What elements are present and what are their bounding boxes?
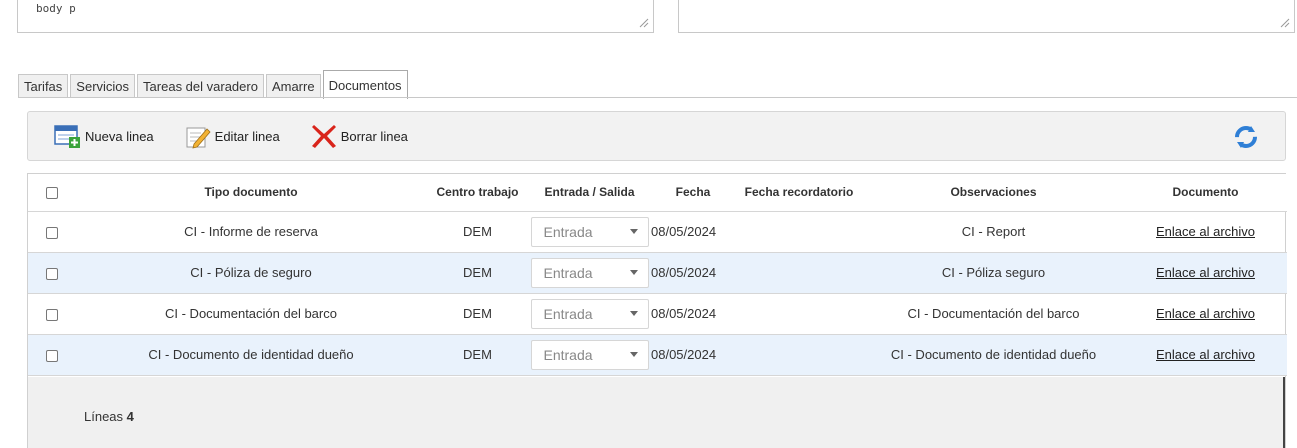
cell-fecha-recordatorio	[735, 293, 863, 335]
select-value: Entrada	[543, 346, 593, 363]
cell-observaciones: CI - Documentación del barco	[863, 293, 1124, 335]
lines-count: Líneas 4	[84, 409, 134, 424]
new-line-button[interactable]: Nueva linea	[48, 119, 160, 153]
entrada-salida-select[interactable]: Entrada	[530, 257, 649, 288]
tab-label: Amarre	[271, 79, 315, 94]
tab-servicios[interactable]: Servicios	[70, 74, 136, 98]
file-link[interactable]: Enlace al archivo	[1156, 306, 1255, 321]
table-row[interactable]: CI - Documentación del barco DEM Entrada…	[28, 293, 1287, 335]
lines-count-value: 4	[126, 409, 134, 424]
edit-line-label: Editar linea	[214, 128, 280, 144]
header-fecha[interactable]: Fecha	[651, 174, 735, 212]
table-header-row: Tipo documento Centro trabajo Entrada / …	[28, 174, 1287, 212]
cell-fecha: 08/05/2024	[651, 293, 735, 335]
html-editor-right[interactable]	[678, 0, 1295, 33]
lines-label: Líneas	[84, 409, 124, 424]
documents-grid: Tipo documento Centro trabajo Entrada / …	[27, 173, 1287, 448]
select-all-checkbox[interactable]	[45, 187, 58, 200]
select-value: Entrada	[543, 264, 593, 281]
file-link[interactable]: Enlace al archivo	[1156, 265, 1255, 280]
new-row-icon	[54, 123, 82, 149]
documents-table: Tipo documento Centro trabajo Entrada / …	[28, 174, 1287, 376]
tab-tarifas[interactable]: Tarifas	[18, 74, 69, 98]
entrada-salida-select[interactable]: Entrada	[530, 298, 649, 329]
cell-centro-trabajo: DEM	[427, 252, 528, 294]
chevron-down-icon	[629, 352, 638, 357]
cell-centro-trabajo: DEM	[427, 293, 528, 335]
header-tipo-documento[interactable]: Tipo documento	[75, 174, 427, 212]
cell-fecha-recordatorio	[735, 252, 863, 294]
row-checkbox[interactable]	[45, 308, 58, 321]
row-checkbox[interactable]	[45, 349, 58, 362]
cell-tipo-documento: CI - Póliza de seguro	[75, 252, 427, 294]
grid-toolbar: Nueva linea Editar linea Borrar linea	[27, 111, 1286, 161]
chevron-down-icon	[629, 229, 638, 234]
header-documento[interactable]: Documento	[1124, 174, 1287, 212]
header-observaciones[interactable]: Observaciones	[863, 174, 1124, 212]
header-select-all[interactable]	[28, 174, 75, 212]
grid-footer: Líneas 4	[28, 377, 1285, 448]
tab-label: Tarifas	[24, 79, 63, 94]
cell-tipo-documento: CI - Documentación del barco	[75, 293, 427, 335]
cell-centro-trabajo: DEM	[427, 334, 528, 376]
select-value: Entrada	[543, 223, 593, 240]
edit-line-button[interactable]: Editar linea	[178, 119, 286, 153]
chevron-down-icon	[629, 311, 638, 316]
tab-panel-border	[18, 97, 1297, 98]
cell-observaciones: CI - Póliza seguro	[863, 252, 1124, 294]
entrada-salida-select[interactable]: Entrada	[530, 216, 649, 247]
header-centro-trabajo[interactable]: Centro trabajo	[427, 174, 528, 212]
cell-tipo-documento: CI - Informe de reserva	[75, 211, 427, 253]
cell-observaciones: CI - Report	[863, 211, 1124, 253]
editor-status-path: body p	[36, 2, 76, 15]
cell-fecha: 08/05/2024	[651, 211, 735, 253]
delete-line-button[interactable]: Borrar linea	[304, 119, 414, 153]
tab-amarre[interactable]: Amarre	[265, 74, 321, 98]
table-row[interactable]: CI - Informe de reserva DEM Entrada 08/0…	[28, 211, 1287, 253]
tab-label: Tareas del varadero	[143, 79, 258, 94]
cell-fecha-recordatorio	[735, 211, 863, 253]
chevron-down-icon	[629, 270, 638, 275]
html-editor-left[interactable]: body p	[17, 0, 654, 33]
tab-strip: Tarifas Servicios Tareas del varadero Am…	[18, 69, 410, 99]
header-fecha-recordatorio[interactable]: Fecha recordatorio	[735, 174, 863, 212]
tab-documentos[interactable]: Documentos	[322, 70, 408, 99]
tab-label: Servicios	[76, 79, 130, 94]
cell-fecha-recordatorio	[735, 334, 863, 376]
row-checkbox[interactable]	[45, 226, 58, 239]
select-value: Entrada	[543, 305, 593, 322]
cell-centro-trabajo: DEM	[427, 211, 528, 253]
delete-x-icon	[310, 123, 338, 149]
resize-grip-icon[interactable]	[1280, 18, 1290, 28]
resize-grip-icon[interactable]	[639, 18, 649, 28]
row-checkbox[interactable]	[45, 267, 58, 280]
cell-tipo-documento: CI - Documento de identidad dueño	[75, 334, 427, 376]
header-entrada-salida[interactable]: Entrada / Salida	[528, 174, 651, 212]
cell-observaciones: CI - Documento de identidad dueño	[863, 334, 1124, 376]
new-line-label: Nueva linea	[85, 128, 154, 144]
tab-label: Documentos	[328, 77, 402, 93]
delete-line-label: Borrar linea	[340, 128, 408, 144]
refresh-icon[interactable]	[1233, 124, 1259, 150]
table-row[interactable]: CI - Póliza de seguro DEM Entrada 08/05/…	[28, 252, 1287, 294]
tab-tareas-varadero[interactable]: Tareas del varadero	[137, 74, 264, 98]
table-row[interactable]: CI - Documento de identidad dueño DEM En…	[28, 334, 1287, 376]
cell-fecha: 08/05/2024	[651, 252, 735, 294]
file-link[interactable]: Enlace al archivo	[1156, 347, 1255, 362]
edit-pencil-icon	[184, 123, 212, 149]
file-link[interactable]: Enlace al archivo	[1156, 224, 1255, 239]
entrada-salida-select[interactable]: Entrada	[530, 339, 649, 370]
cell-fecha: 08/05/2024	[651, 334, 735, 376]
